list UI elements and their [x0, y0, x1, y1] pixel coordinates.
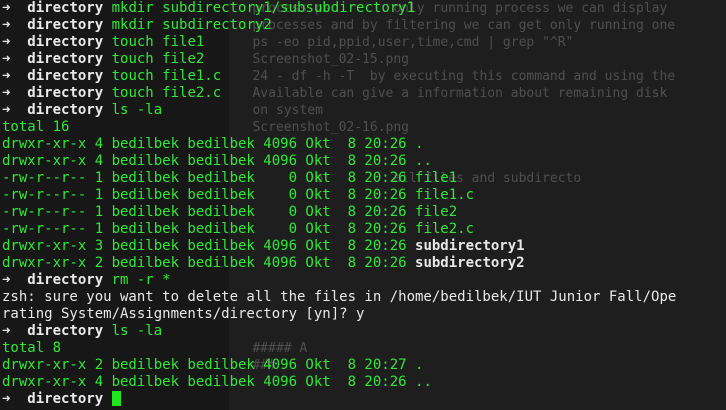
ls-entry-meta: -rw-r--r-- 1 bedilbek bedilbek 0 Okt 8 2… [2, 204, 416, 220]
command-line: ➜ directory mkdir subdirectory1/subsubdi… [0, 0, 726, 17]
ls-entry-meta: drwxr-xr-x 2 bedilbek bedilbek 4096 Okt … [2, 255, 416, 271]
ls-entry-meta: -rw-r--r-- 1 bedilbek bedilbek 0 Okt 8 2… [2, 187, 416, 203]
prompt-cwd: directory [27, 34, 104, 50]
prompt-cwd: directory [27, 272, 104, 288]
ls-entry: drwxr-xr-x 3 bedilbek bedilbek 4096 Okt … [0, 238, 726, 255]
prompt-cwd: directory [27, 51, 104, 67]
command-line: ➜ directory touch file2.c [0, 85, 726, 102]
ls-entry: drwxr-xr-x 4 bedilbek bedilbek 4096 Okt … [0, 153, 726, 170]
output-text: total 16 [2, 119, 70, 135]
prompt-cwd: directory [27, 17, 104, 33]
command-text: touch file2.c [111, 85, 222, 101]
prompt-cwd: directory [27, 68, 104, 84]
ls-entry-meta: -rw-r--r-- 1 bedilbek bedilbek 0 Okt 8 2… [2, 221, 416, 237]
command-line: ➜ directory touch file1 [0, 34, 726, 51]
command-line: ➜ directory touch file2 [0, 51, 726, 68]
prompt-arrow-icon: ➜ [2, 34, 11, 50]
command-line: ➜ directory mkdir subdirectory2 [0, 17, 726, 34]
ls-entry-meta: drwxr-xr-x 3 bedilbek bedilbek 4096 Okt … [2, 238, 416, 254]
ls-entry-name: subdirectory2 [415, 255, 525, 271]
prompt-cwd: directory [27, 102, 104, 118]
command-text: touch file1.c [111, 68, 222, 84]
ls-entry-name: file1 [415, 170, 458, 186]
command-line: ➜ directory ls -la [0, 323, 726, 340]
ls-entry-meta: drwxr-xr-x 4 bedilbek bedilbek 4096 Okt … [2, 136, 416, 152]
ls-entry-name: . [415, 136, 424, 152]
command-text: ls -la [111, 102, 163, 118]
terminal-cursor[interactable] [111, 391, 121, 406]
ls-entry: -rw-r--r-- 1 bedilbek bedilbek 0 Okt 8 2… [0, 187, 726, 204]
command-line: ➜ directory rm -r * [0, 272, 726, 289]
ls-entry-name: .. [415, 153, 432, 169]
output-line: total 8 [0, 340, 726, 357]
confirm-message: rating System/Assignments/directory [yn]… [0, 306, 726, 323]
prompt-arrow-icon: ➜ [2, 85, 11, 101]
ls-entry-meta: drwxr-xr-x 4 bedilbek bedilbek 4096 Okt … [2, 374, 416, 390]
prompt-cwd: directory [27, 0, 104, 16]
prompt-arrow-icon: ➜ [2, 102, 11, 118]
prompt-arrow-icon: ➜ [2, 323, 11, 339]
ls-entry: -rw-r--r-- 1 bedilbek bedilbek 0 Okt 8 2… [0, 204, 726, 221]
confirm-answer: y [356, 306, 365, 322]
prompt-arrow-icon: ➜ [2, 0, 11, 16]
command-text: mkdir subdirectory2 [111, 17, 272, 33]
command-text: rm -r * [111, 272, 171, 288]
command-text: touch file1 [111, 34, 205, 50]
confirm-text: rating System/Assignments/directory [yn]… [2, 306, 357, 322]
ls-entry-meta: -rw-r--r-- 1 bedilbek bedilbek 0 Okt 8 2… [2, 170, 416, 186]
prompt-cwd: directory [27, 85, 104, 101]
command-line: ➜ directory touch file1.c [0, 68, 726, 85]
command-text: ls -la [111, 323, 163, 339]
ls-entry-meta: drwxr-xr-x 4 bedilbek bedilbek 4096 Okt … [2, 153, 416, 169]
terminal-output[interactable]: ➜ directory mkdir subdirectory1/subsubdi… [0, 0, 726, 410]
ls-entry: drwxr-xr-x 2 bedilbek bedilbek 4096 Okt … [0, 255, 726, 272]
ls-entry-name: file2 [415, 204, 458, 220]
output-text: total 8 [2, 340, 62, 356]
ls-entry: -rw-r--r-- 1 bedilbek bedilbek 0 Okt 8 2… [0, 170, 726, 187]
prompt-arrow-icon: ➜ [2, 391, 11, 407]
prompt-arrow-icon: ➜ [2, 51, 11, 67]
confirm-text: zsh: sure you want to delete all the fil… [2, 289, 677, 305]
ls-entry-name: . [415, 357, 424, 373]
ls-entry: drwxr-xr-x 2 bedilbek bedilbek 4096 Okt … [0, 357, 726, 374]
prompt-arrow-icon: ➜ [2, 68, 11, 84]
prompt-arrow-icon: ➜ [2, 17, 11, 33]
active-prompt-line: ➜ directory [0, 391, 726, 408]
ls-entry: drwxr-xr-x 4 bedilbek bedilbek 4096 Okt … [0, 374, 726, 391]
ls-entry-meta: drwxr-xr-x 2 bedilbek bedilbek 4096 Okt … [2, 357, 416, 373]
ls-entry: drwxr-xr-x 4 bedilbek bedilbek 4096 Okt … [0, 136, 726, 153]
ls-entry-name: file1.c [415, 187, 475, 203]
prompt-cwd: directory [27, 323, 104, 339]
prompt-arrow-icon: ➜ [2, 272, 11, 288]
ls-entry: -rw-r--r-- 1 bedilbek bedilbek 0 Okt 8 2… [0, 221, 726, 238]
ls-entry-name: subdirectory1 [415, 238, 525, 254]
command-text: mkdir subdirectory1/subsubdirectory1 [111, 0, 416, 16]
ls-entry-name: .. [415, 374, 432, 390]
ls-entry-name: file2.c [415, 221, 475, 237]
command-line: ➜ directory ls -la [0, 102, 726, 119]
prompt-cwd: directory [27, 391, 104, 407]
command-text: touch file2 [111, 51, 205, 67]
output-line: total 16 [0, 119, 726, 136]
confirm-message: zsh: sure you want to delete all the fil… [0, 289, 726, 306]
